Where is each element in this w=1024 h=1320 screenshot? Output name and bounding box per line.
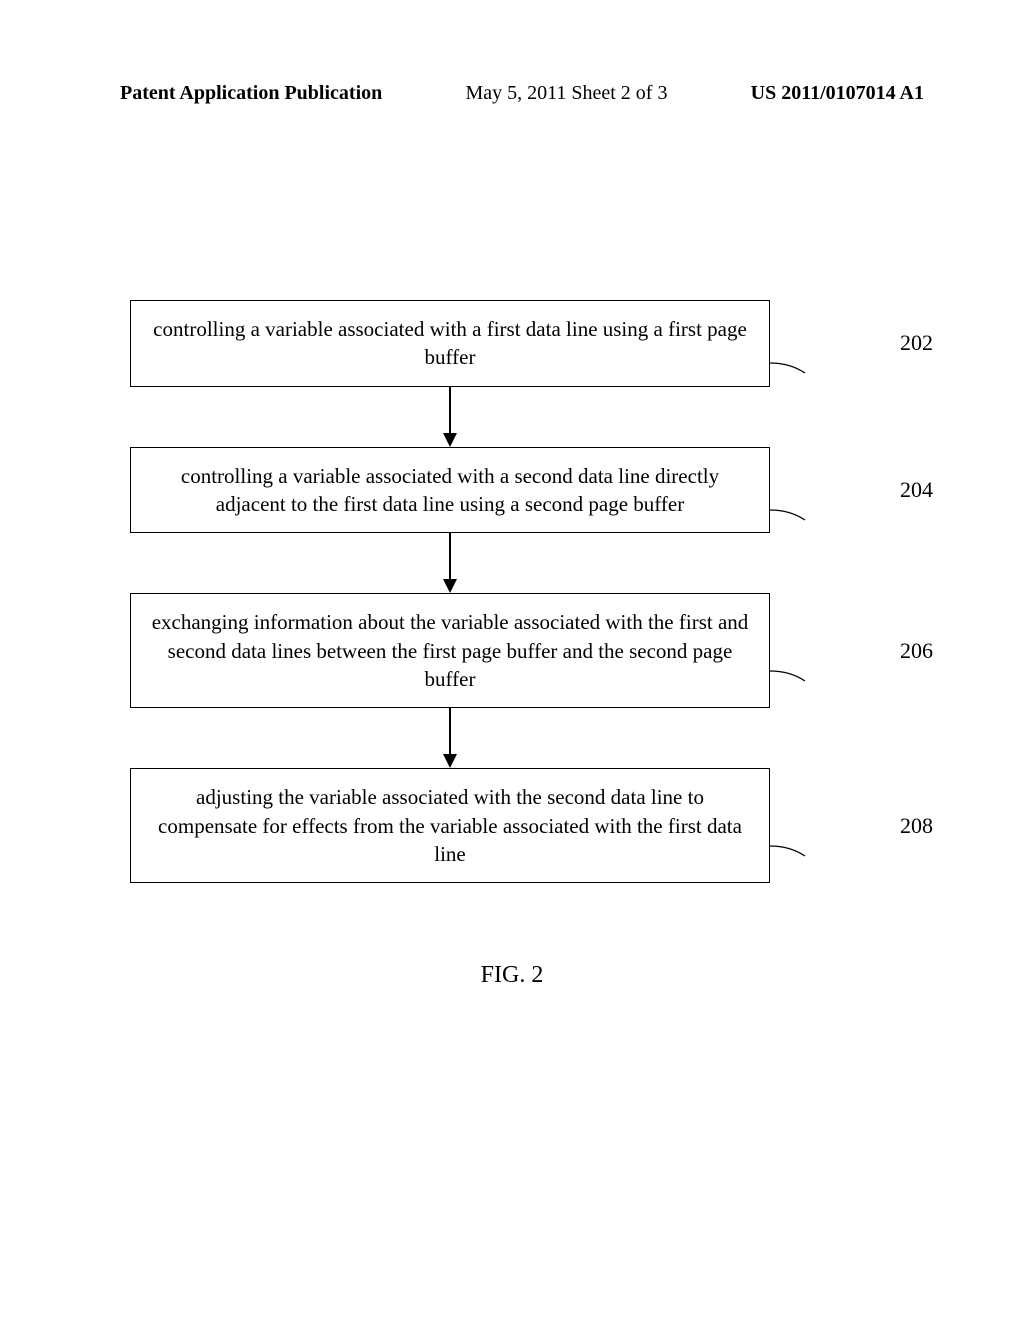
flow-step: exchanging information about the variabl… [130,593,770,708]
flow-step-number: 206 [900,638,933,664]
flow-arrow-icon [130,708,770,768]
flow-step-box: controlling a variable associated with a… [130,447,770,534]
flow-step: adjusting the variable associated with t… [130,768,770,883]
flow-step-box: controlling a variable associated with a… [130,300,770,387]
header-right: US 2011/0107014 A1 [751,82,924,105]
flow-step-text: exchanging information about the variabl… [152,610,749,691]
figure-caption: FIG. 2 [0,962,1024,989]
flowchart: controlling a variable associated with a… [130,300,890,883]
header-left: Patent Application Publication [120,82,382,105]
flow-step-number: 202 [900,330,933,356]
flow-step: controlling a variable associated with a… [130,300,770,387]
flow-step-number: 208 [900,813,933,839]
page: Patent Application Publication May 5, 20… [0,0,1024,1320]
flow-step-text: controlling a variable associated with a… [181,464,719,516]
flow-step: controlling a variable associated with a… [130,447,770,534]
page-header: Patent Application Publication May 5, 20… [0,82,1024,105]
flow-step-text: controlling a variable associated with a… [153,317,747,369]
flow-arrow-icon [130,387,770,447]
flow-step-box: exchanging information about the variabl… [130,593,770,708]
flow-arrow-icon [130,533,770,593]
flow-step-box: adjusting the variable associated with t… [130,768,770,883]
flow-step-number: 204 [900,477,933,503]
header-center: May 5, 2011 Sheet 2 of 3 [465,82,667,105]
flow-step-text: adjusting the variable associated with t… [158,785,742,866]
